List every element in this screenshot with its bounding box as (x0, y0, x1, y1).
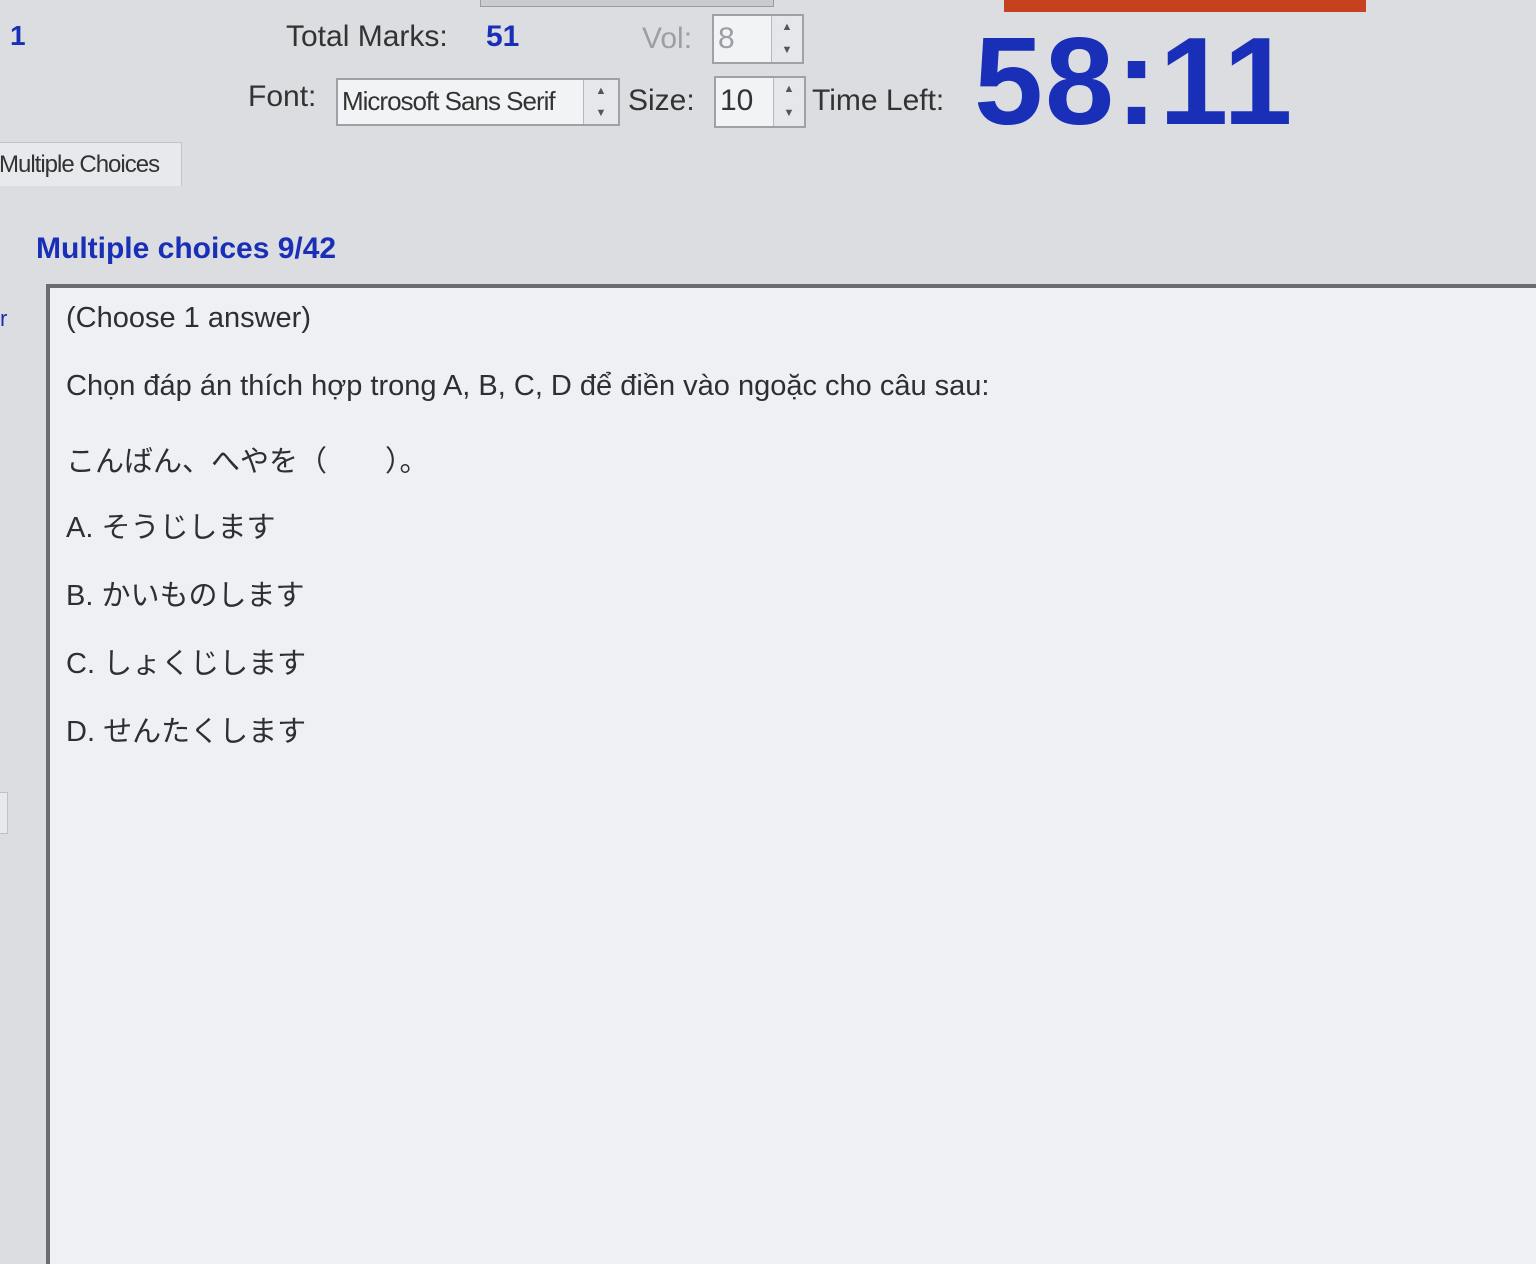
total-marks-value: 51 (486, 20, 520, 53)
vol-spin-buttons[interactable]: ▲ ▼ (771, 16, 802, 62)
font-value: Microsoft Sans Serif (342, 86, 556, 116)
option-letter: A. (66, 512, 94, 544)
answer-option-a[interactable]: A. そうじします (66, 504, 275, 546)
chevron-up-icon[interactable]: ▲ (584, 80, 618, 102)
top-strip (480, 0, 774, 7)
total-marks-label: Total Marks: (286, 20, 448, 53)
font-select[interactable]: Microsoft Sans Serif ▲ ▼ (336, 78, 620, 126)
question-instruction: (Choose 1 answer) (66, 302, 311, 334)
tab-multiple-choices[interactable]: Multiple Choices (0, 142, 182, 186)
question-number: 1 (10, 20, 26, 51)
question-panel: (Choose 1 answer) Chọn đáp án thích hợp … (46, 284, 1536, 1264)
left-edge-mark: r (0, 306, 8, 331)
option-text: かいものします (101, 580, 305, 612)
chevron-down-icon[interactable]: ▼ (584, 102, 618, 124)
answer-option-c[interactable]: C. しょくじします (66, 640, 306, 682)
answer-option-b[interactable]: B. かいものします (66, 572, 304, 614)
time-left-label: Time Left: (812, 84, 945, 117)
option-text: せんたくします (103, 716, 307, 748)
left-edge-control[interactable] (0, 792, 8, 834)
vol-label: Vol: (642, 22, 693, 55)
answer-option-d[interactable]: D. せんたくします (66, 708, 306, 750)
font-label: Font: (248, 80, 317, 113)
chevron-up-icon[interactable]: ▲ (772, 16, 802, 39)
vol-value: 8 (718, 22, 735, 55)
option-text: そうじします (101, 512, 276, 544)
size-value: 10 (720, 84, 754, 117)
size-label: Size: (628, 84, 695, 117)
question-prompt: Chọn đáp án thích hợp trong A, B, C, D đ… (66, 370, 990, 402)
countdown-timer: 58:11 (974, 13, 1295, 151)
font-spin-buttons[interactable]: ▲ ▼ (583, 80, 618, 124)
option-letter: D. (66, 716, 95, 748)
section-title: Multiple choices 9/42 (36, 232, 337, 265)
size-spin-buttons[interactable]: ▲ ▼ (773, 78, 804, 126)
option-letter: B. (66, 580, 94, 612)
option-letter: C. (66, 648, 95, 680)
chevron-down-icon[interactable]: ▼ (772, 39, 802, 62)
chevron-down-icon[interactable]: ▼ (774, 102, 804, 126)
chevron-up-icon[interactable]: ▲ (774, 78, 804, 102)
option-text: しょくじします (103, 648, 307, 680)
tab-label: Multiple Choices (0, 151, 160, 178)
vol-stepper[interactable]: 8 ▲ ▼ (712, 14, 804, 64)
size-stepper[interactable]: 10 ▲ ▼ (714, 76, 806, 128)
question-sentence: こんばん、へやを（ ）。 (66, 446, 429, 478)
submit-bar[interactable] (1004, 0, 1366, 12)
